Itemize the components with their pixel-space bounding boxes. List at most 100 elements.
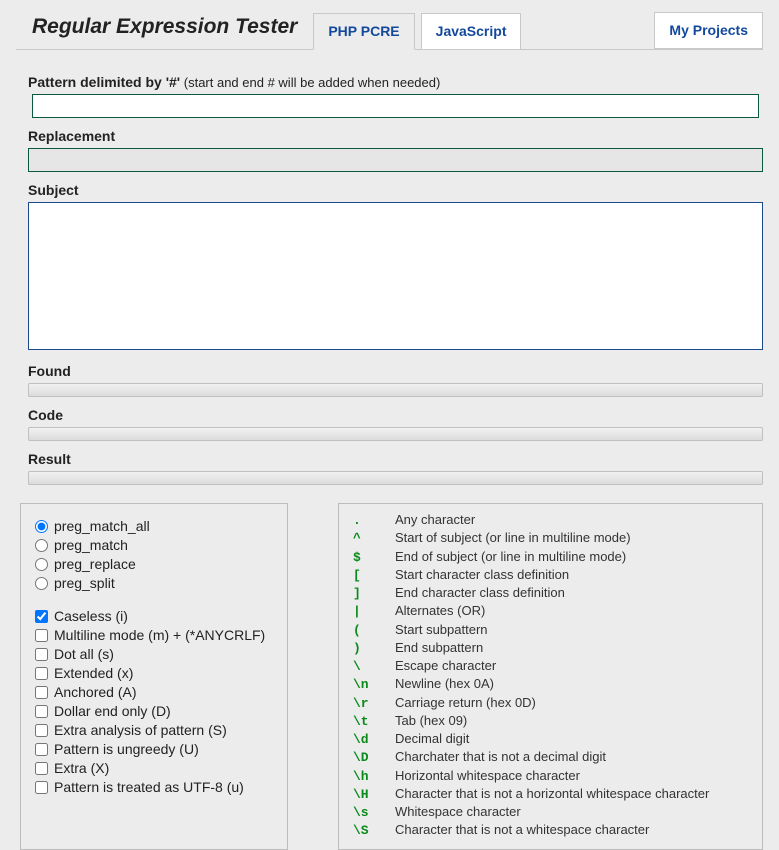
- func-preg-match[interactable]: preg_match: [35, 537, 273, 553]
- flag-multiline[interactable]: Multiline mode (m) + (*ANYCRLF): [35, 627, 273, 643]
- subject-input[interactable]: [28, 202, 763, 350]
- flag-checkbox[interactable]: [35, 629, 48, 642]
- func-label: preg_match: [54, 537, 128, 553]
- flag-checkbox[interactable]: [35, 705, 48, 718]
- reference-symbol: \s: [353, 805, 395, 821]
- flag-label: Pattern is ungreedy (U): [54, 741, 199, 757]
- replacement-label: Replacement: [28, 128, 763, 144]
- options-panel: preg_match_all preg_match preg_replace p…: [20, 503, 288, 850]
- reference-row: \rCarriage return (hex 0D): [353, 695, 748, 712]
- lower-panels: preg_match_all preg_match preg_replace p…: [0, 493, 779, 850]
- reference-symbol: (: [353, 623, 395, 639]
- flag-dotall[interactable]: Dot all (s): [35, 646, 273, 662]
- pattern-input[interactable]: [32, 94, 759, 118]
- reference-panel: .Any character^Start of subject (or line…: [338, 503, 763, 850]
- flag-checkbox[interactable]: [35, 743, 48, 756]
- found-label: Found: [28, 363, 763, 379]
- reference-row: (Start subpattern: [353, 622, 748, 639]
- flag-checkbox[interactable]: [35, 610, 48, 623]
- reference-description: Alternates (OR): [395, 603, 485, 619]
- reference-description: End character class definition: [395, 585, 565, 601]
- flag-label: Dot all (s): [54, 646, 114, 662]
- reference-row: [Start character class definition: [353, 567, 748, 584]
- tab-javascript[interactable]: JavaScript: [421, 13, 522, 49]
- flag-checkbox[interactable]: [35, 648, 48, 661]
- flag-label: Multiline mode (m) + (*ANYCRLF): [54, 627, 265, 643]
- reference-row: ^Start of subject (or line in multiline …: [353, 530, 748, 547]
- reference-row: \Escape character: [353, 658, 748, 675]
- reference-description: Character that is not a horizontal white…: [395, 786, 709, 802]
- flag-label: Anchored (A): [54, 684, 136, 700]
- reference-description: Any character: [395, 512, 475, 528]
- found-output: [28, 383, 763, 397]
- flag-dollar-end[interactable]: Dollar end only (D): [35, 703, 273, 719]
- reference-symbol: \d: [353, 732, 395, 748]
- flag-checkbox[interactable]: [35, 667, 48, 680]
- func-radio[interactable]: [35, 577, 48, 590]
- flag-checkbox[interactable]: [35, 762, 48, 775]
- pattern-label-text: Pattern delimited by '#': [28, 74, 180, 90]
- reference-description: Carriage return (hex 0D): [395, 695, 536, 711]
- reference-row: )End subpattern: [353, 640, 748, 657]
- reference-description: Start character class definition: [395, 567, 569, 583]
- pattern-label: Pattern delimited by '#' (start and end …: [28, 74, 763, 90]
- reference-row: \dDecimal digit: [353, 731, 748, 748]
- flag-extended[interactable]: Extended (x): [35, 665, 273, 681]
- flag-caseless[interactable]: Caseless (i): [35, 608, 273, 624]
- replacement-input[interactable]: [28, 148, 763, 172]
- reference-symbol: .: [353, 513, 395, 529]
- main-form: Pattern delimited by '#' (start and end …: [0, 50, 779, 493]
- reference-description: End subpattern: [395, 640, 483, 656]
- reference-symbol: ]: [353, 586, 395, 602]
- reference-row: \hHorizontal whitespace character: [353, 768, 748, 785]
- func-radio[interactable]: [35, 520, 48, 533]
- reference-description: Horizontal whitespace character: [395, 768, 580, 784]
- reference-description: End of subject (or line in multiline mod…: [395, 549, 626, 565]
- func-radio[interactable]: [35, 539, 48, 552]
- reference-symbol: [: [353, 568, 395, 584]
- flag-label: Dollar end only (D): [54, 703, 171, 719]
- func-label: preg_replace: [54, 556, 136, 572]
- reference-symbol: \r: [353, 696, 395, 712]
- func-radio[interactable]: [35, 558, 48, 571]
- reference-symbol: ): [353, 641, 395, 657]
- reference-row: |Alternates (OR): [353, 603, 748, 620]
- reference-description: Tab (hex 09): [395, 713, 467, 729]
- func-label: preg_split: [54, 575, 115, 591]
- tab-php-pcre[interactable]: PHP PCRE: [313, 13, 414, 50]
- func-preg-match-all[interactable]: preg_match_all: [35, 518, 273, 534]
- func-label: preg_match_all: [54, 518, 150, 534]
- reference-symbol: \t: [353, 714, 395, 730]
- reference-description: Newline (hex 0A): [395, 676, 494, 692]
- page-title: Regular Expression Tester: [32, 15, 297, 49]
- reference-row: \sWhitespace character: [353, 804, 748, 821]
- reference-symbol: \S: [353, 823, 395, 839]
- flag-label: Extra (X): [54, 760, 109, 776]
- reference-row: .Any character: [353, 512, 748, 529]
- reference-symbol: \H: [353, 787, 395, 803]
- func-preg-split[interactable]: preg_split: [35, 575, 273, 591]
- flag-checkbox[interactable]: [35, 781, 48, 794]
- reference-description: Charchater that is not a decimal digit: [395, 749, 606, 765]
- flag-anchored[interactable]: Anchored (A): [35, 684, 273, 700]
- func-preg-replace[interactable]: preg_replace: [35, 556, 273, 572]
- flag-extra[interactable]: Extra (X): [35, 760, 273, 776]
- pattern-hint: (start and end # will be added when need…: [180, 75, 440, 90]
- flag-label: Extra analysis of pattern (S): [54, 722, 227, 738]
- reference-symbol: |: [353, 604, 395, 620]
- reference-row: \tTab (hex 09): [353, 713, 748, 730]
- reference-row: \HCharacter that is not a horizontal whi…: [353, 786, 748, 803]
- reference-symbol: \n: [353, 677, 395, 693]
- reference-description: Start of subject (or line in multiline m…: [395, 530, 631, 546]
- reference-description: Character that is not a whitespace chara…: [395, 822, 649, 838]
- flag-utf8[interactable]: Pattern is treated as UTF-8 (u): [35, 779, 273, 795]
- code-label: Code: [28, 407, 763, 423]
- reference-symbol: ^: [353, 531, 395, 547]
- reference-row: \nNewline (hex 0A): [353, 676, 748, 693]
- my-projects-button[interactable]: My Projects: [654, 12, 763, 49]
- flag-checkbox[interactable]: [35, 724, 48, 737]
- flag-extra-analysis[interactable]: Extra analysis of pattern (S): [35, 722, 273, 738]
- flag-checkbox[interactable]: [35, 686, 48, 699]
- flag-ungreedy[interactable]: Pattern is ungreedy (U): [35, 741, 273, 757]
- reference-description: Start subpattern: [395, 622, 488, 638]
